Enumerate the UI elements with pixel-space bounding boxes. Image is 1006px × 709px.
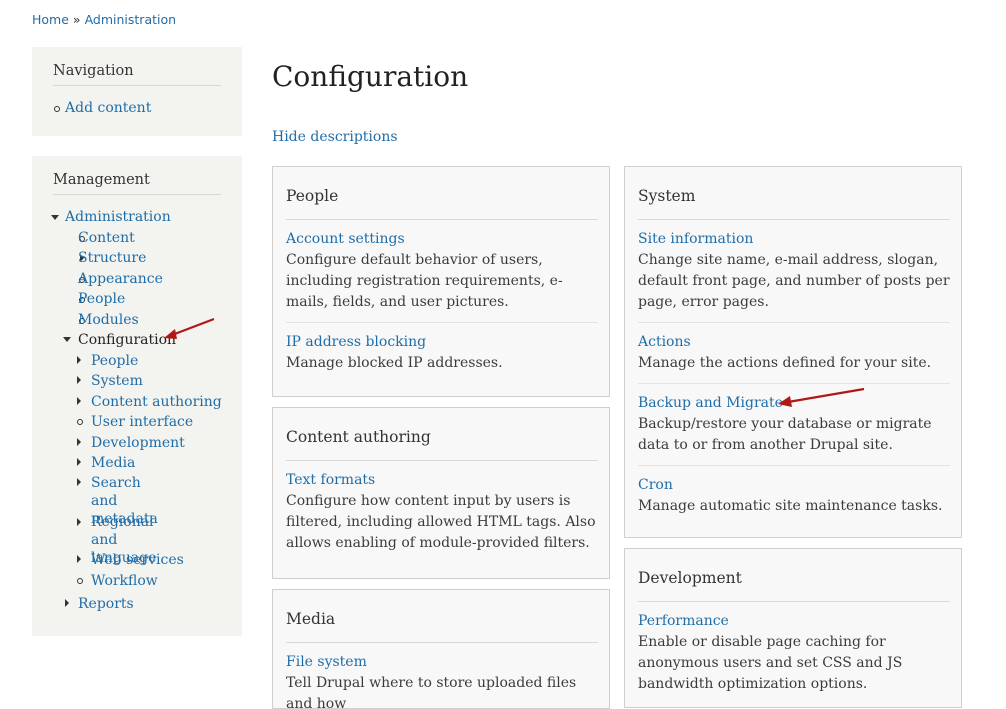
expand-arrow-icon[interactable] bbox=[77, 356, 81, 364]
panel-people-title: People bbox=[286, 167, 598, 220]
panel-media: Media File system Tell Drupal where to s… bbox=[272, 589, 610, 709]
config-item: Actions Manage the actions defined for y… bbox=[638, 323, 950, 384]
navigation-block: Navigation Add content bbox=[32, 47, 242, 136]
nav-add-content-link[interactable]: Add content bbox=[65, 99, 151, 117]
panel-media-title: Media bbox=[286, 590, 598, 643]
panel-development-title: Development bbox=[638, 549, 950, 602]
menu-config-web-services[interactable]: Web services bbox=[91, 551, 184, 569]
hide-descriptions-link[interactable]: Hide descriptions bbox=[272, 129, 398, 145]
expand-arrow-icon[interactable] bbox=[77, 438, 81, 446]
file-system-link[interactable]: File system bbox=[286, 652, 598, 673]
breadcrumb-administration-link[interactable]: Administration bbox=[85, 12, 176, 27]
site-information-link[interactable]: Site information bbox=[638, 229, 950, 250]
file-system-description: Tell Drupal where to store uploaded file… bbox=[286, 675, 577, 709]
menu-config-content-authoring[interactable]: Content authoring bbox=[91, 393, 222, 411]
menu-administration[interactable]: Administration bbox=[65, 208, 171, 226]
ip-address-blocking-description: Manage blocked IP addresses. bbox=[286, 355, 503, 371]
actions-link[interactable]: Actions bbox=[638, 332, 950, 353]
config-item: Text formats Configure how content input… bbox=[286, 461, 598, 563]
panel-system: System Site information Change site name… bbox=[624, 166, 962, 538]
management-block-title: Management bbox=[53, 172, 221, 195]
bullet-icon bbox=[54, 106, 60, 112]
breadcrumb-separator: » bbox=[72, 12, 81, 27]
collapse-arrow-icon[interactable] bbox=[51, 215, 59, 220]
expand-arrow-icon[interactable] bbox=[77, 478, 81, 486]
performance-description: Enable or disable page caching for anony… bbox=[638, 634, 903, 692]
cron-link[interactable]: Cron bbox=[638, 475, 950, 496]
management-block: Management Administration Content Struct… bbox=[32, 156, 242, 636]
menu-config-development[interactable]: Development bbox=[91, 434, 185, 452]
config-item: Cron Manage automatic site maintenance t… bbox=[638, 466, 950, 526]
panel-people: People Account settings Configure defaul… bbox=[272, 166, 610, 397]
account-settings-description: Configure default behavior of users, inc… bbox=[286, 252, 563, 310]
menu-people[interactable]: People bbox=[78, 290, 125, 308]
breadcrumb: Home» Administration bbox=[32, 12, 176, 27]
config-item: Performance Enable or disable page cachi… bbox=[638, 602, 950, 704]
performance-link[interactable]: Performance bbox=[638, 611, 950, 632]
site-information-description: Change site name, e-mail address, slogan… bbox=[638, 252, 950, 310]
config-item: File system Tell Drupal where to store u… bbox=[286, 643, 598, 709]
annotation-arrow-icon bbox=[164, 317, 215, 339]
expand-arrow-icon[interactable] bbox=[77, 555, 81, 563]
expand-arrow-icon[interactable] bbox=[77, 458, 81, 466]
expand-arrow-icon[interactable] bbox=[65, 599, 69, 607]
menu-reports[interactable]: Reports bbox=[78, 595, 134, 613]
menu-config-system[interactable]: System bbox=[91, 372, 143, 390]
breadcrumb-home-link[interactable]: Home bbox=[32, 12, 69, 27]
menu-config-user-interface[interactable]: User interface bbox=[91, 413, 193, 431]
account-settings-link[interactable]: Account settings bbox=[286, 229, 598, 250]
menu-appearance[interactable]: Appearance bbox=[78, 270, 163, 288]
bullet-icon bbox=[77, 578, 83, 584]
page-title: Configuration bbox=[272, 60, 469, 93]
bullet-icon bbox=[77, 419, 83, 425]
collapse-arrow-icon[interactable] bbox=[63, 337, 71, 342]
expand-arrow-icon[interactable] bbox=[77, 376, 81, 384]
expand-arrow-icon[interactable] bbox=[77, 397, 81, 405]
config-item: IP address blocking Manage blocked IP ad… bbox=[286, 323, 598, 383]
ip-address-blocking-link[interactable]: IP address blocking bbox=[286, 332, 598, 353]
text-formats-link[interactable]: Text formats bbox=[286, 470, 598, 491]
backup-and-migrate-description: Backup/restore your database or migrate … bbox=[638, 416, 932, 453]
menu-config-workflow[interactable]: Workflow bbox=[91, 572, 158, 590]
actions-description: Manage the actions defined for your site… bbox=[638, 355, 932, 371]
menu-content[interactable]: Content bbox=[78, 229, 135, 247]
text-formats-description: Configure how content input by users is … bbox=[286, 493, 596, 551]
panel-content-authoring: Content authoring Text formats Configure… bbox=[272, 407, 610, 579]
panel-content-authoring-title: Content authoring bbox=[286, 408, 598, 461]
config-item: Site information Change site name, e-mai… bbox=[638, 220, 950, 323]
menu-config-people[interactable]: People bbox=[91, 352, 138, 370]
annotation-arrow-icon bbox=[778, 387, 865, 407]
menu-config-media[interactable]: Media bbox=[91, 454, 135, 472]
menu-structure[interactable]: Structure bbox=[78, 249, 146, 267]
cron-description: Manage automatic site maintenance tasks. bbox=[638, 498, 943, 514]
config-item: Account settings Configure default behav… bbox=[286, 220, 598, 323]
panel-system-title: System bbox=[638, 167, 950, 220]
panel-development: Development Performance Enable or disabl… bbox=[624, 548, 962, 708]
menu-modules[interactable]: Modules bbox=[78, 311, 139, 329]
expand-arrow-icon[interactable] bbox=[77, 518, 81, 526]
navigation-block-title: Navigation bbox=[53, 63, 221, 86]
